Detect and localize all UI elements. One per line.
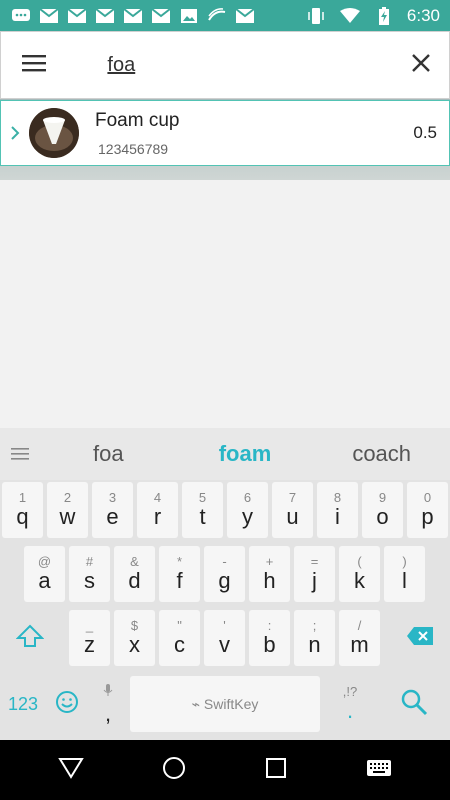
gmail-icon <box>234 7 256 25</box>
emoji-key[interactable] <box>46 676 88 732</box>
key-t[interactable]: 5t <box>182 482 223 538</box>
key-g[interactable]: -g <box>204 546 245 602</box>
microphone-icon <box>103 683 113 702</box>
key-k[interactable]: (k <box>339 546 380 602</box>
key-row-3: _ z $ x " c ' v :b ; n / m <box>0 610 450 670</box>
keyboard: foa foam coach 1q 2w 3e 4r 5t 6y 7u 8i 9… <box>0 428 450 740</box>
system-icons: 6:30 <box>305 6 440 26</box>
gmail-icon <box>66 7 88 25</box>
product-thumbnail <box>29 108 79 158</box>
keyboard-icon <box>366 759 392 782</box>
image-icon <box>178 7 200 25</box>
space-key[interactable]: ⌁ SwiftKey <box>130 676 320 732</box>
shift-key[interactable] <box>2 610 58 666</box>
messages-icon <box>10 7 32 25</box>
key-row-4: 123 , ⌁ SwiftKey ,!? . <box>0 676 450 736</box>
gmail-icon <box>94 7 116 25</box>
product-name: Foam cup <box>95 109 180 131</box>
key-e[interactable]: 3e <box>92 482 133 538</box>
shift-icon <box>15 624 45 653</box>
emoji-icon <box>55 690 79 719</box>
key-h[interactable]: + h <box>249 546 290 602</box>
back-triangle-icon <box>58 757 85 784</box>
status-bar: 6:30 <box>0 0 450 32</box>
swiftkey-logo: ⌁ SwiftKey <box>191 696 259 712</box>
key-a[interactable]: @ a <box>24 546 65 602</box>
search-icon <box>400 688 428 721</box>
key-n[interactable]: ; n <box>294 610 335 666</box>
key-z[interactable]: _ z <box>69 610 110 666</box>
search-bar <box>0 31 450 99</box>
product-code: 123456789 <box>98 140 169 157</box>
period-key[interactable]: ,!? . <box>328 676 372 732</box>
key-w[interactable]: 2w <box>47 482 88 538</box>
key-o[interactable]: 9o <box>362 482 403 538</box>
battery-charging-icon <box>373 7 395 25</box>
key-p[interactable]: 0p <box>407 482 448 538</box>
menu-button[interactable] <box>1 31 67 99</box>
backspace-key[interactable] <box>392 610 448 666</box>
suggestion-3[interactable]: coach <box>313 441 450 467</box>
key-s[interactable]: # s <box>69 546 110 602</box>
key-r[interactable]: 4r <box>137 482 178 538</box>
key-f[interactable]: * f <box>159 546 200 602</box>
comma-key[interactable]: , <box>88 676 128 732</box>
key-d[interactable]: & d <box>114 546 155 602</box>
numbers-key[interactable]: 123 <box>2 676 44 732</box>
key-j[interactable]: = j <box>294 546 335 602</box>
home-circle-icon <box>162 756 186 785</box>
status-time: 6:30 <box>406 6 440 25</box>
navigation-bar <box>0 740 450 800</box>
key-c[interactable]: " c <box>159 610 200 666</box>
wifi-icon <box>339 7 361 25</box>
home-button[interactable] <box>149 745 199 795</box>
search-key[interactable] <box>392 676 436 732</box>
key-m[interactable]: / m <box>339 610 380 666</box>
gmail-icon <box>38 7 60 25</box>
hamburger-icon <box>22 54 47 77</box>
key-i[interactable]: 8i <box>317 482 358 538</box>
suggestion-1[interactable]: foa <box>40 441 177 467</box>
swiftkey-icon <box>206 7 228 25</box>
suggestion-2[interactable]: foam <box>177 441 314 467</box>
vibrate-icon <box>305 7 327 25</box>
key-b[interactable]: :b <box>249 610 290 666</box>
clear-search-button[interactable] <box>392 31 449 99</box>
results-empty-area <box>0 180 450 428</box>
search-result-item[interactable]: Foam cup 123456789 0.5 <box>0 100 450 166</box>
product-value: 0.5 <box>413 123 437 142</box>
key-row-2: @ a # s & d * f -g + h = j (k ) l <box>0 546 450 606</box>
key-u[interactable]: 7u <box>272 482 313 538</box>
key-row-1: 1q 2w 3e 4r 5t 6y 7u 8i 9o 0p <box>0 482 450 542</box>
key-y[interactable]: 6y <box>227 482 268 538</box>
gmail-icon <box>150 7 172 25</box>
recents-button[interactable] <box>251 745 301 795</box>
gmail-icon <box>122 7 144 25</box>
key-v[interactable]: ' v <box>204 610 245 666</box>
close-icon <box>411 53 431 78</box>
keyboard-menu-button[interactable] <box>0 447 40 461</box>
back-button[interactable] <box>46 745 96 795</box>
recents-square-icon <box>265 757 287 784</box>
keyboard-switch-button[interactable] <box>354 745 404 795</box>
chevron-right-icon <box>1 125 29 141</box>
key-x[interactable]: $ x <box>114 610 155 666</box>
backspace-icon <box>406 626 434 651</box>
search-input[interactable] <box>107 53 393 77</box>
result-text: Foam cup 123456789 <box>95 110 179 157</box>
notification-icons <box>10 7 256 25</box>
key-l[interactable]: ) l <box>384 546 425 602</box>
suggestion-bar: foa foam coach <box>0 428 450 480</box>
key-q[interactable]: 1q <box>2 482 43 538</box>
